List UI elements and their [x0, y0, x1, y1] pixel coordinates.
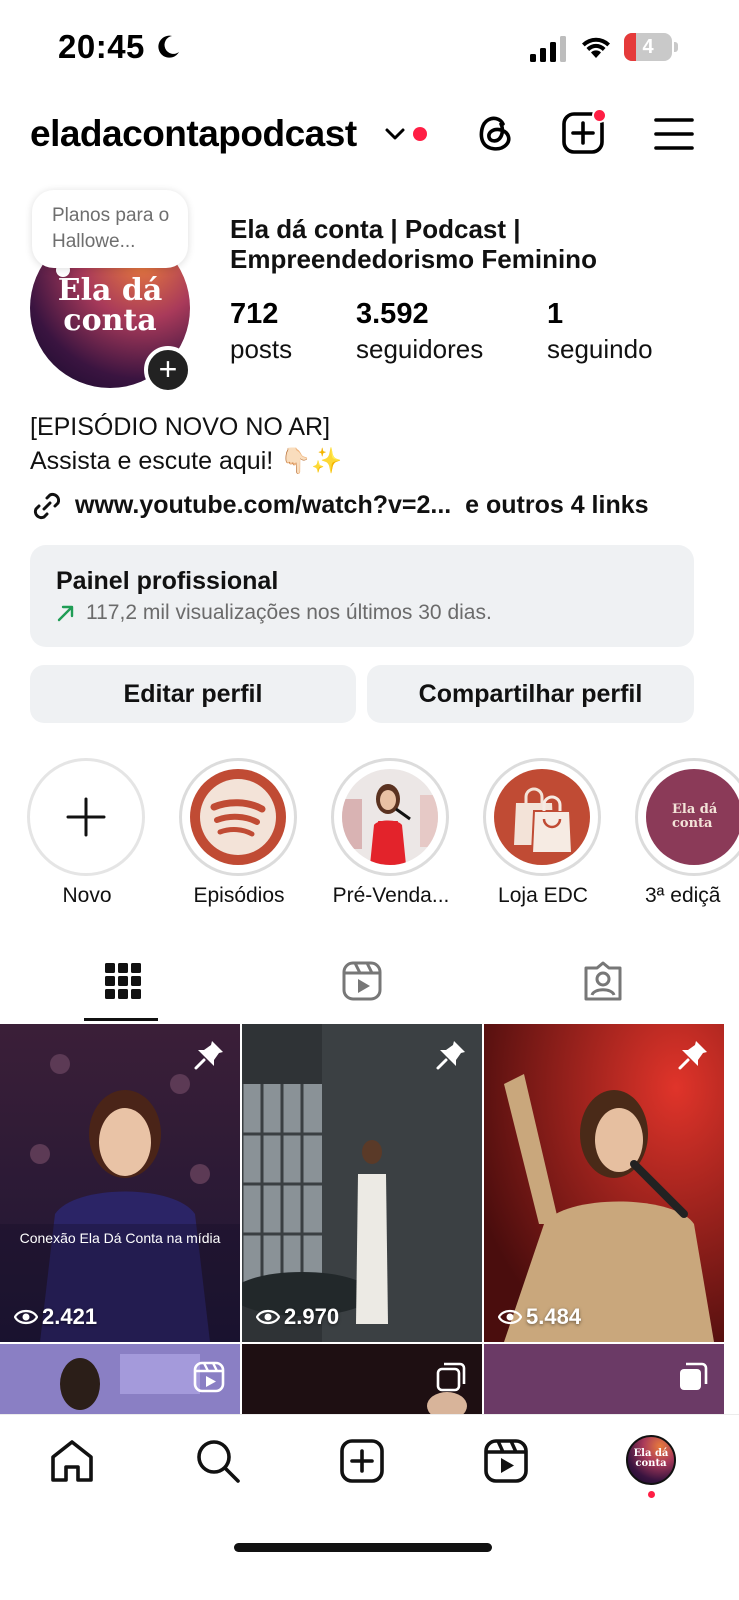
spotify-icon	[190, 769, 286, 865]
post-views: 2.970	[255, 1304, 339, 1330]
moon-icon	[158, 35, 179, 58]
tab-posts-grid[interactable]	[0, 940, 246, 1022]
notification-dot	[592, 108, 607, 123]
highlight-3a-edicao[interactable]: Ela dá conta 3ª ediçã	[635, 758, 739, 918]
reels-icon[interactable]	[482, 1437, 530, 1485]
svg-text:conta: conta	[672, 816, 713, 831]
tagged-icon	[584, 961, 622, 1001]
menu-icon[interactable]	[654, 114, 694, 154]
eye-icon	[497, 1309, 523, 1325]
status-bar: 20:45 4	[0, 0, 739, 96]
link-icon	[33, 492, 61, 520]
plus-icon	[66, 797, 106, 837]
stat-posts[interactable]: 712 posts	[230, 296, 292, 366]
bottom-navigation: Ela dá conta	[0, 1414, 739, 1600]
post-thumbnail[interactable]	[242, 1344, 482, 1414]
status-time: 20:45	[58, 28, 145, 65]
post-thumbnail[interactable]	[484, 1344, 724, 1414]
post-thumbnail[interactable]: 5.484	[484, 1024, 724, 1342]
professional-dashboard[interactable]: Painel profissional 117,2 mil visualizaç…	[30, 545, 694, 647]
edit-profile-button[interactable]: Editar perfil	[30, 665, 356, 723]
display-name: Ela dá conta | Podcast | Empreendedorism…	[230, 214, 597, 274]
bio-line: [EPISÓDIO NOVO NO AR]	[30, 413, 331, 441]
highlight-label: Novo	[62, 884, 112, 907]
post-caption: Conexão Ela Dá Conta na mídia	[19, 1230, 221, 1246]
posts-grid: Conexão Ela Dá Conta na mídia 2.421 2.97…	[0, 1024, 739, 1414]
create-icon[interactable]	[338, 1437, 386, 1485]
grid-icon	[105, 963, 141, 999]
highlight-label: Episódios	[193, 884, 285, 907]
battery-icon: 4	[624, 33, 678, 61]
stat-followers[interactable]: 3.592 seguidores	[356, 296, 483, 366]
pin-icon	[678, 1041, 707, 1070]
trend-up-icon	[57, 605, 74, 622]
notification-dot	[413, 127, 427, 141]
wifi-icon	[582, 37, 610, 58]
bio-line: Assista e escute aqui! 👇🏻✨	[30, 447, 343, 475]
highlight-label: 3ª ediçã	[645, 884, 721, 907]
highlight-label: Loja EDC	[498, 884, 588, 907]
signal-icon	[530, 36, 566, 62]
reels-icon	[193, 1361, 225, 1393]
share-profile-button[interactable]: Compartilhar perfil	[367, 665, 694, 723]
home-indicator[interactable]	[234, 1543, 492, 1552]
threads-icon[interactable]	[472, 110, 518, 156]
username-switcher[interactable]: eladacontapodcast	[30, 113, 357, 155]
post-views: 2.421	[13, 1304, 97, 1330]
dashboard-subtitle: 117,2 mil visualizações nos últimos 30 d…	[86, 601, 492, 624]
chevron-down-icon[interactable]	[384, 124, 406, 144]
stat-following[interactable]: 1 seguindo	[547, 296, 653, 366]
home-icon[interactable]	[48, 1437, 96, 1485]
profile-tab-avatar[interactable]: Ela dá conta	[626, 1435, 676, 1485]
dashboard-title: Painel profissional	[56, 567, 279, 595]
edition-logo: Ela dá conta	[646, 769, 739, 865]
avatar-logo: Ela dá conta	[57, 273, 163, 338]
post-views: 5.484	[497, 1304, 581, 1330]
shopping-bag-icon	[494, 769, 590, 865]
bio-link[interactable]: www.youtube.com/watch?v=2...	[75, 491, 451, 519]
tab-reels[interactable]	[246, 940, 492, 1022]
active-tab-indicator	[84, 1018, 158, 1021]
svg-text:Ela dá: Ela dá	[672, 802, 718, 817]
note-bubble[interactable]: Planos para o Hallowe...	[32, 190, 188, 268]
carousel-icon	[436, 1362, 466, 1392]
pin-icon	[436, 1041, 465, 1070]
eye-icon	[255, 1309, 281, 1325]
notification-dot	[648, 1491, 655, 1498]
speaker-photo	[342, 769, 438, 865]
avatar-logo: Ela dá conta	[633, 1448, 669, 1469]
bio: [EPISÓDIO NOVO NO AR] Assista e escute a…	[30, 410, 342, 478]
highlight-label: Pré-Venda...	[332, 884, 450, 907]
tab-tagged[interactable]	[492, 940, 738, 1022]
reels-icon	[342, 961, 382, 1001]
more-links[interactable]: e outros 4 links	[465, 491, 648, 519]
search-icon[interactable]	[194, 1437, 242, 1485]
eye-icon	[13, 1309, 39, 1325]
post-thumbnail[interactable]: Conexão Ela Dá Conta na mídia 2.421	[0, 1024, 240, 1342]
post-thumbnail[interactable]	[0, 1344, 240, 1414]
carousel-icon	[680, 1362, 708, 1390]
profile-header: eladacontapodcast	[0, 100, 739, 170]
content-tabs	[0, 940, 739, 1022]
pin-icon	[194, 1041, 223, 1070]
post-thumbnail[interactable]: 2.970	[242, 1024, 482, 1342]
add-story-button[interactable]: +	[144, 346, 192, 394]
